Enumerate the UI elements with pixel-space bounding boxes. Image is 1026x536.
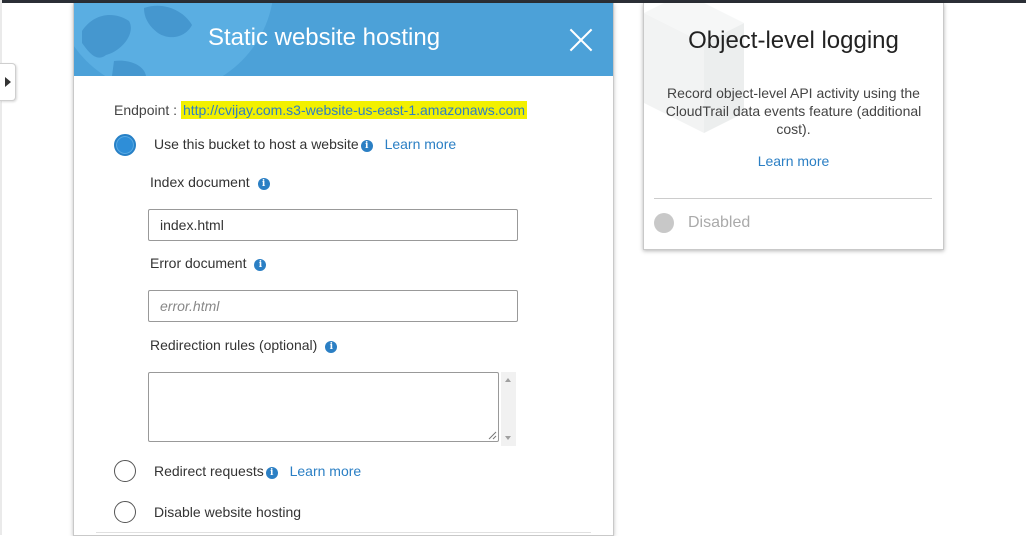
caret-right-icon bbox=[4, 77, 11, 87]
info-icon[interactable]: i bbox=[265, 467, 278, 479]
endpoint-url-link[interactable]: http://cvijay.com.s3-website-us-east-1.a… bbox=[180, 101, 528, 119]
error-document-label: Error document bbox=[150, 255, 247, 271]
close-icon[interactable] bbox=[568, 27, 594, 53]
redirection-rules-field-label: Redirection rules (optional) i bbox=[150, 337, 338, 353]
info-icon[interactable]: i bbox=[257, 178, 270, 190]
sidebar-toggle-button[interactable] bbox=[0, 63, 16, 101]
scroll-down-icon[interactable] bbox=[505, 436, 511, 440]
redirection-rules-label: Redirection rules (optional) bbox=[150, 337, 318, 353]
disable-website-hosting-radio[interactable] bbox=[114, 501, 136, 523]
redirection-rules-textarea[interactable] bbox=[148, 372, 499, 442]
host-website-label: Use this bucket to host a website bbox=[154, 136, 359, 152]
card-description: Record object-level API activity using t… bbox=[665, 85, 922, 137]
error-document-input[interactable] bbox=[148, 290, 518, 322]
disable-website-hosting-label: Disable website hosting bbox=[154, 504, 302, 520]
static-website-hosting-panel: Static website hosting Endpoint : http:/… bbox=[73, 3, 614, 536]
info-icon[interactable]: i bbox=[360, 140, 373, 152]
info-icon[interactable]: i bbox=[254, 259, 267, 271]
info-icon[interactable]: i bbox=[325, 341, 338, 353]
textarea-scrollbar[interactable] bbox=[501, 372, 516, 446]
panel-header: Static website hosting bbox=[74, 3, 613, 76]
card-learn-more: Learn more bbox=[644, 153, 943, 171]
redirect-requests-radio[interactable] bbox=[114, 460, 136, 482]
learn-more-link[interactable]: Learn more bbox=[385, 136, 457, 152]
divider bbox=[96, 532, 591, 533]
index-document-input[interactable] bbox=[148, 209, 518, 241]
error-document-field-label: Error document i bbox=[150, 255, 267, 271]
object-level-logging-card[interactable]: Object-level logging Record object-level… bbox=[643, 3, 944, 250]
panel-title: Static website hosting bbox=[207, 24, 441, 51]
host-website-radio[interactable] bbox=[114, 134, 136, 156]
resize-grip-icon[interactable] bbox=[487, 430, 497, 440]
status-indicator-icon bbox=[654, 213, 674, 233]
index-document-field-label: Index document i bbox=[150, 174, 270, 190]
redirect-requests-option: Redirect requests i Learn more bbox=[154, 463, 361, 479]
host-website-option: Use this bucket to host a website i Learn… bbox=[154, 136, 456, 152]
endpoint-label: Endpoint : bbox=[114, 102, 178, 118]
redirect-requests-label: Redirect requests bbox=[154, 463, 264, 479]
learn-more-link[interactable]: Learn more bbox=[290, 463, 362, 479]
scroll-up-icon[interactable] bbox=[505, 378, 511, 382]
endpoint-row: Endpoint : http://cvijay.com.s3-website-… bbox=[114, 101, 528, 119]
learn-more-link[interactable]: Learn more bbox=[758, 153, 830, 169]
status-label: Disabled bbox=[688, 214, 751, 231]
card-title: Object-level logging bbox=[688, 27, 899, 54]
index-document-label: Index document bbox=[150, 174, 250, 190]
card-divider bbox=[654, 198, 932, 199]
